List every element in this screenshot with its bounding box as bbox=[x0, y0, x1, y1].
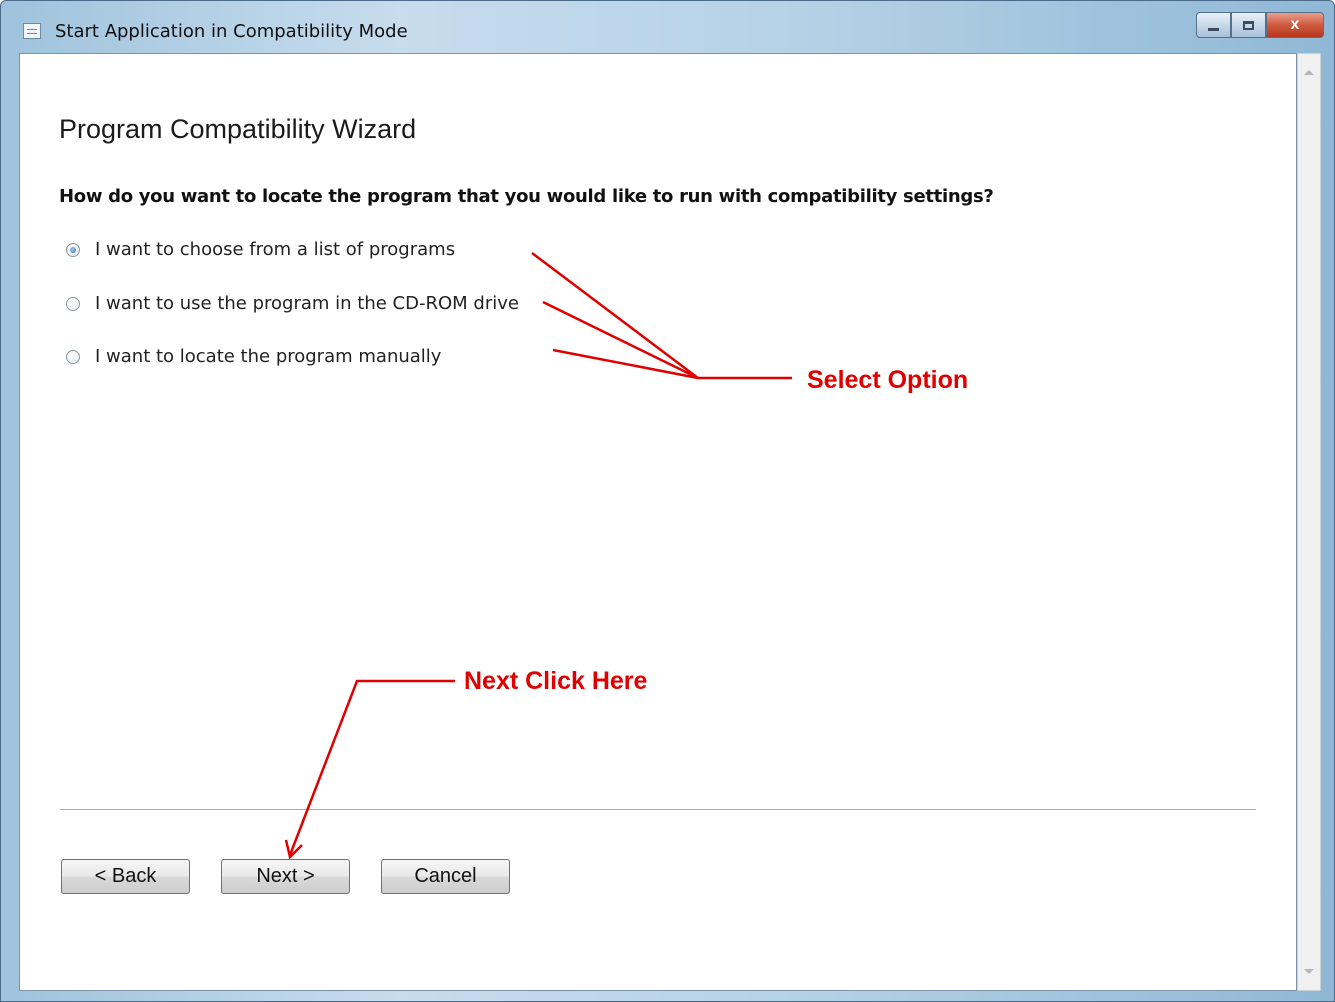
question-text: How do you want to locate the program th… bbox=[59, 186, 994, 207]
option-cd-rom-drive[interactable]: I want to use the program in the CD-ROM … bbox=[66, 293, 519, 314]
back-button[interactable]: < Back bbox=[61, 859, 190, 894]
maximize-button[interactable] bbox=[1231, 12, 1266, 38]
option-label: I want to locate the program manually bbox=[95, 346, 442, 367]
cancel-button[interactable]: Cancel bbox=[381, 859, 510, 894]
maximize-icon bbox=[1243, 20, 1254, 30]
scroll-down-icon[interactable] bbox=[1304, 969, 1314, 974]
vertical-scrollbar[interactable] bbox=[1297, 53, 1321, 991]
footer-separator bbox=[60, 809, 1256, 810]
minimize-button[interactable] bbox=[1196, 12, 1231, 38]
radio-choose-from-list[interactable] bbox=[66, 242, 80, 257]
radio-cd-rom-drive[interactable] bbox=[66, 296, 80, 311]
radio-locate-manually[interactable] bbox=[66, 349, 80, 364]
option-label: I want to use the program in the CD-ROM … bbox=[95, 293, 519, 314]
annotation-select-option: Select Option bbox=[807, 366, 969, 394]
option-choose-from-list[interactable]: I want to choose from a list of programs bbox=[66, 239, 455, 260]
close-icon: x bbox=[1290, 16, 1300, 33]
application-window: Start Application in Compatibility Mode … bbox=[0, 0, 1335, 1002]
annotation-next-click: Next Click Here bbox=[464, 667, 648, 695]
window-app-icon bbox=[23, 23, 41, 39]
caption-buttons: x bbox=[1196, 12, 1324, 38]
title-bar[interactable]: Start Application in Compatibility Mode … bbox=[1, 1, 1334, 53]
option-label: I want to choose from a list of programs bbox=[95, 239, 456, 260]
minimize-icon bbox=[1208, 27, 1219, 31]
option-locate-manually[interactable]: I want to locate the program manually bbox=[66, 346, 441, 367]
window-title: Start Application in Compatibility Mode bbox=[55, 21, 408, 42]
scroll-up-icon[interactable] bbox=[1304, 70, 1314, 75]
next-button[interactable]: Next > bbox=[221, 859, 350, 894]
page-title: Program Compatibility Wizard bbox=[59, 114, 417, 144]
close-button[interactable]: x bbox=[1266, 12, 1324, 38]
